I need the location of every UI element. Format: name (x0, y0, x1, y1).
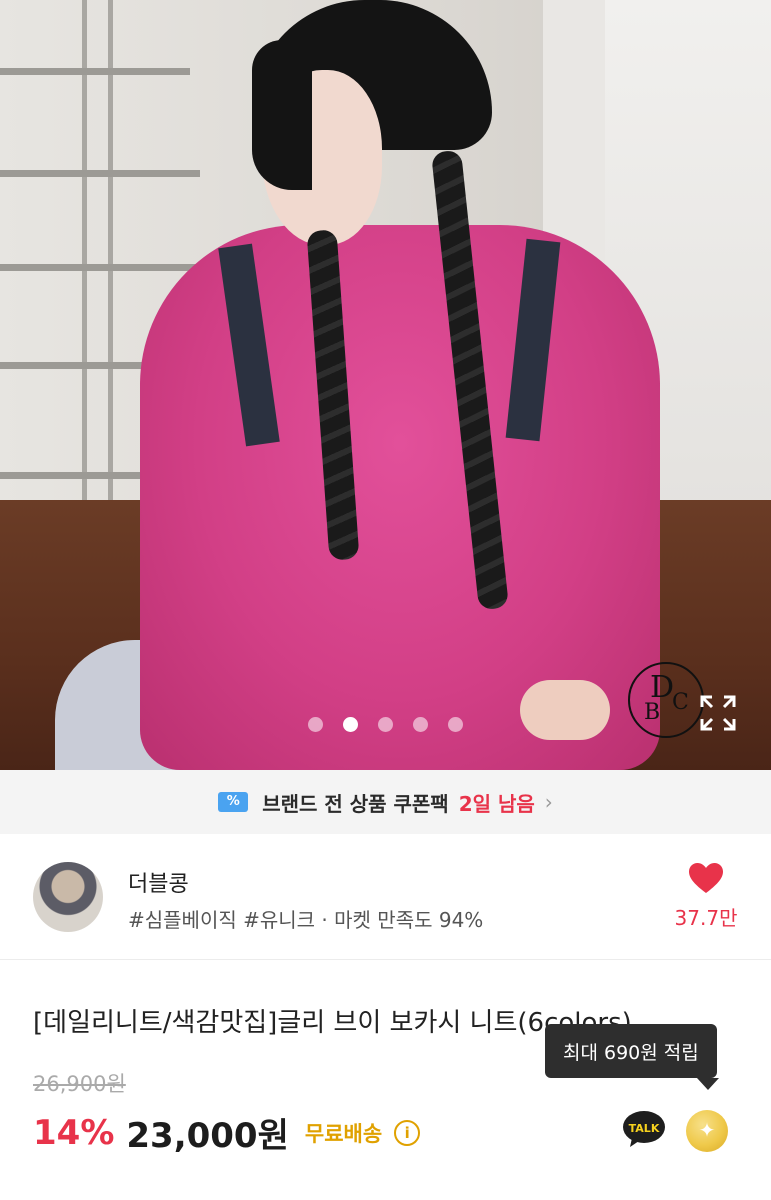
carousel-dot[interactable] (378, 717, 393, 732)
coupon-icon (218, 792, 249, 812)
kakao-talk-icon[interactable]: TALK (622, 1110, 666, 1148)
shelf-post (108, 0, 113, 520)
model-bangs (252, 40, 312, 190)
seller-tags: #심플베이직 #유니크 · 마켓 만족도 94% (128, 908, 484, 932)
sale-price: 23,000원 (126, 1116, 289, 1156)
discount-rate: 14% (33, 1112, 115, 1153)
carousel-dot[interactable] (448, 717, 463, 732)
reward-coin-icon[interactable] (686, 1110, 728, 1152)
reward-tooltip: 최대 690원 적립 (545, 1024, 719, 1090)
seller-name[interactable]: 더블콩 (128, 866, 189, 898)
info-icon[interactable]: i (394, 1119, 421, 1146)
original-price: 26,900원 (33, 1072, 126, 1096)
talk-label: TALK (629, 1122, 660, 1135)
shelf (0, 170, 200, 177)
price-row: 14% 23,000원 무료배송 i (33, 1108, 421, 1157)
free-shipping-badge: 무료배송 (304, 1121, 383, 1146)
product-image[interactable]: D B C (0, 0, 771, 770)
seller-info[interactable]: 더블콩 #심플베이직 #유니크 · 마켓 만족도 94% 37.7만 (0, 834, 771, 960)
seller-avatar[interactable] (33, 862, 103, 932)
shelf (0, 68, 190, 75)
coupon-text: 브랜드 전 상품 쿠폰팩 (262, 791, 449, 816)
shelf-post (82, 0, 87, 520)
shelf (0, 264, 200, 271)
carousel-dot[interactable] (413, 717, 428, 732)
product-title: [데일리니트/색감맛집]글리 브이 보카시 니트(6colors) (33, 1008, 632, 1038)
chevron-right-icon: › (544, 790, 553, 814)
coupon-remaining: 2일 남음 (458, 791, 535, 816)
like-count: 37.7만 (674, 906, 738, 930)
heart-icon[interactable] (688, 862, 724, 894)
coupon-banner[interactable]: 브랜드 전 상품 쿠폰팩 2일 남음 › (0, 770, 771, 834)
carousel-dot[interactable] (308, 717, 323, 732)
carousel-dot-active[interactable] (343, 717, 358, 732)
carousel-indicator (0, 717, 771, 732)
